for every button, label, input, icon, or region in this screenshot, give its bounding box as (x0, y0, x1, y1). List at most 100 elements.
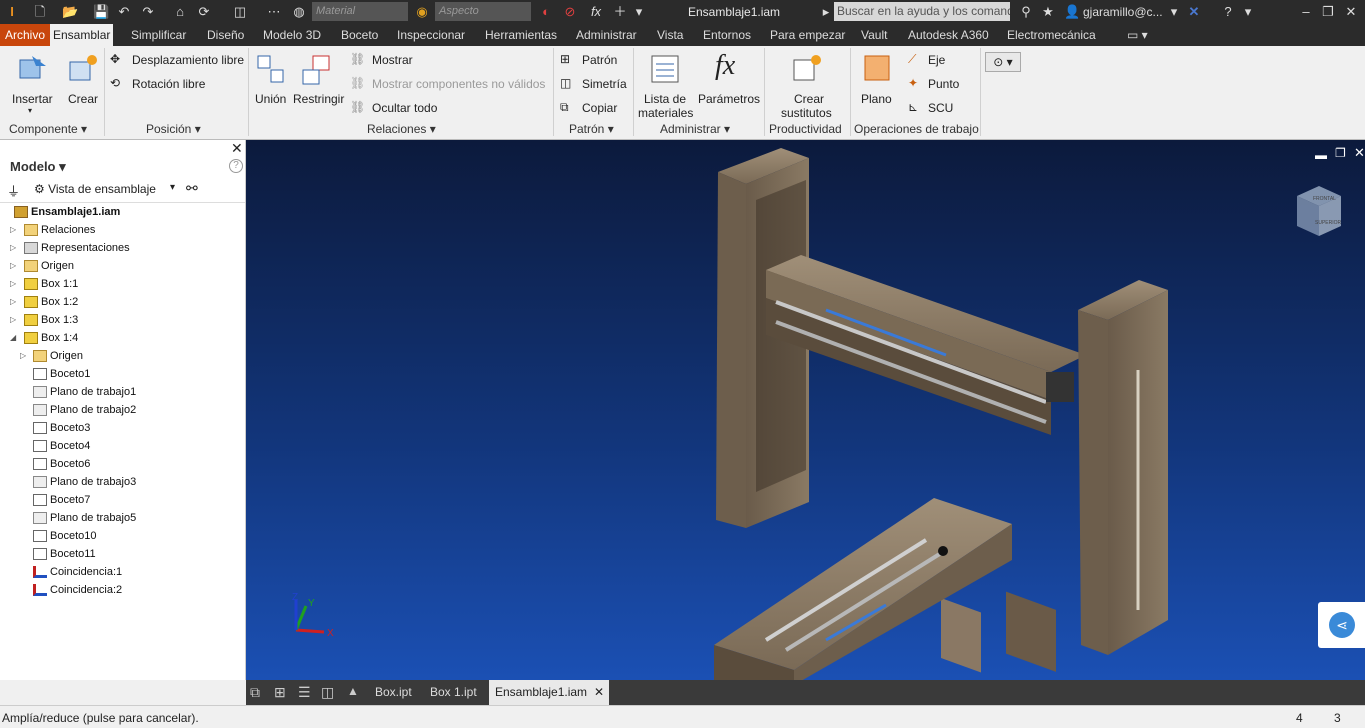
collapse-icon[interactable]: ◢ (10, 329, 16, 347)
star-icon[interactable]: ★ (1040, 4, 1056, 20)
viewport-close-icon[interactable]: ✕ (1354, 145, 1365, 161)
adjust-icon[interactable]: ◐ (538, 4, 554, 20)
tab-vault[interactable]: Vault (858, 24, 890, 46)
tree-child-item[interactable]: Plano de trabajo5 (33, 509, 136, 527)
expand-icon[interactable]: ▷ (10, 221, 16, 239)
tab-ensamblar[interactable]: Ensamblar (50, 24, 114, 46)
help-icon[interactable]: ? (1220, 4, 1236, 20)
close-tab-icon[interactable]: ✕ (594, 680, 604, 705)
tile-vertical-icon[interactable]: ◫ (321, 684, 334, 701)
tab-modelo-3d[interactable]: Modelo 3D (260, 24, 324, 46)
minimize-icon[interactable]: – (1298, 4, 1314, 20)
new-file-icon[interactable]: 🗋 (32, 4, 48, 20)
tree-item[interactable]: ▷ Box 1:1 (10, 275, 78, 293)
tile-icon[interactable]: ⊞ (274, 684, 286, 701)
tree-child-item[interactable]: Boceto7 (33, 491, 90, 509)
cascade-icon[interactable]: ⧉ (250, 684, 260, 701)
tree-child-item[interactable]: Plano de trabajo2 (33, 401, 136, 419)
tab-entornos[interactable]: Entornos (700, 24, 754, 46)
scu-button[interactable]: ⊾ SCU (908, 100, 960, 118)
close-window-icon[interactable]: ✕ (1343, 4, 1359, 20)
binoculars-icon[interactable]: ⚲ (1018, 4, 1034, 20)
measure-icon[interactable]: ⋯ (266, 4, 282, 20)
user-icon[interactable]: 👤 (1064, 4, 1080, 20)
expand-search-icon[interactable]: ▸ (818, 4, 834, 20)
customize-icon[interactable]: ▾ (631, 4, 647, 20)
arrange-icon[interactable]: ▲ (347, 684, 359, 698)
tree-item[interactable]: ▷ Origen (10, 257, 74, 275)
expand-icon[interactable]: ▷ (10, 275, 16, 293)
home-icon[interactable]: ⌂ (172, 4, 188, 20)
tree-item[interactable]: ◢ Box 1:4 (10, 329, 78, 347)
tile-horizontal-icon[interactable]: ☰ (298, 684, 311, 701)
group-componente[interactable]: Componente ▾ (9, 122, 87, 136)
tree-root[interactable]: Ensamblaje1.iam (14, 203, 120, 221)
expand-icon[interactable]: ▷ (10, 293, 16, 311)
viewport-minimize-icon[interactable]: ▬ (1315, 148, 1327, 162)
share-button[interactable]: ⋖ (1318, 602, 1365, 648)
right-upright[interactable] (1078, 280, 1168, 655)
tree-child-item[interactable]: Coincidencia:2 (33, 581, 122, 599)
ocultar-todo-button[interactable]: ⛓ Ocultar todo (350, 100, 442, 118)
doc-tab-box-ipt[interactable]: Box.ipt (369, 680, 418, 705)
tab-archivo[interactable]: Archivo (0, 24, 51, 46)
help-search-input[interactable]: Buscar en la ayuda y los comandos... (834, 2, 1010, 21)
tree-item[interactable]: ▷ Box 1:2 (10, 293, 78, 311)
browser-help-icon[interactable]: ? (229, 159, 243, 173)
tree-child-item[interactable]: Boceto10 (33, 527, 96, 545)
tree-child-item[interactable]: Plano de trabajo3 (33, 473, 136, 491)
copiar-button[interactable]: ⧉ Copiar (560, 100, 630, 118)
tree-child-item[interactable]: Plano de trabajo1 (33, 383, 136, 401)
expand-icon[interactable]: ▷ (10, 257, 16, 275)
doc-tab-ensamblaje1[interactable]: Ensamblaje1.iam ✕ (489, 680, 610, 705)
material-dropdown[interactable]: Material (312, 2, 408, 21)
doc-tab-box1-ipt[interactable]: Box 1.ipt (424, 680, 483, 705)
save-icon[interactable]: 💾 (93, 4, 109, 20)
lista-materiales-button[interactable]: Lista de materiales (638, 50, 696, 120)
user-name[interactable]: gjaramillo@c... (1083, 5, 1163, 19)
open-icon[interactable]: 📂 (62, 4, 78, 20)
tab-electromecanica[interactable]: Electromecánica (1004, 24, 1099, 46)
appearance-dropdown[interactable]: Aspecto (435, 2, 531, 21)
patron-button[interactable]: ⊞ Patrón (560, 52, 630, 70)
ribbon-extra-dropdown[interactable]: ⊙ ▾ (985, 52, 1021, 72)
eje-button[interactable]: ⟋ Eje (908, 52, 960, 70)
expand-icon[interactable]: ▷ (10, 311, 16, 329)
close-browser-icon[interactable]: ✕ (231, 140, 243, 157)
group-relaciones[interactable]: Relaciones ▾ (367, 122, 436, 136)
clear-icon[interactable]: ⊘ (562, 4, 578, 20)
tree-child-item[interactable]: ▷ Origen (20, 347, 83, 365)
filter-icon[interactable]: ⏚ (7, 181, 20, 200)
plus-icon[interactable]: ＋ (612, 4, 628, 20)
mostrar-button[interactable]: ⛓ Mostrar (350, 52, 414, 70)
undo-icon[interactable]: ↶ (116, 4, 132, 20)
view-selector[interactable]: ⚙ Vista de ensamblaje (34, 182, 156, 196)
expand-icon[interactable]: ▷ (10, 239, 16, 257)
globe-icon[interactable]: ◍ (291, 4, 307, 20)
desplazamiento-libre-button[interactable]: ✥ Desplazamiento libre (110, 52, 246, 70)
crear-button[interactable]: Crear (64, 50, 104, 120)
graphics-viewport[interactable]: FRONTAL SUPERIOR ▬ ❐ ✕ X Y Z ⋖ (246, 140, 1365, 680)
group-posicion[interactable]: Posición ▾ (146, 122, 201, 136)
update-icon[interactable]: ⟳ (196, 4, 212, 20)
mostrar-no-validos-button[interactable]: ⛓ Mostrar componentes no válidos (350, 76, 550, 94)
app-logo-icon[interactable]: I (4, 4, 20, 20)
tab-vista[interactable]: Vista (654, 24, 686, 46)
tab-para-empezar[interactable]: Para empezar (767, 24, 848, 46)
browser-title-dropdown[interactable]: Modelo ▾ (10, 159, 66, 175)
fx-icon[interactable]: fx (588, 4, 604, 20)
tab-herramientas[interactable]: Herramientas (482, 24, 560, 46)
find-icon[interactable]: ⚯ (186, 180, 198, 197)
tab-diseno[interactable]: Diseño (204, 24, 247, 46)
tree-item[interactable]: ▷ Box 1:3 (10, 311, 78, 329)
select-icon[interactable]: ◫ (232, 4, 248, 20)
restringir-button[interactable]: Restringir (293, 50, 347, 120)
restore-icon[interactable]: ❐ (1320, 4, 1336, 20)
ribbon-options-icon[interactable]: ▭ ▾ (1124, 24, 1151, 46)
tab-administrar[interactable]: Administrar (573, 24, 640, 46)
user-dropdown-icon[interactable]: ▾ (1166, 4, 1182, 20)
simetria-button[interactable]: ◫ Simetría (560, 76, 630, 94)
punto-button[interactable]: ✦ Punto (908, 76, 978, 94)
view-dropdown-icon[interactable]: ▾ (170, 182, 175, 193)
group-patron[interactable]: Patrón ▾ (569, 122, 614, 136)
